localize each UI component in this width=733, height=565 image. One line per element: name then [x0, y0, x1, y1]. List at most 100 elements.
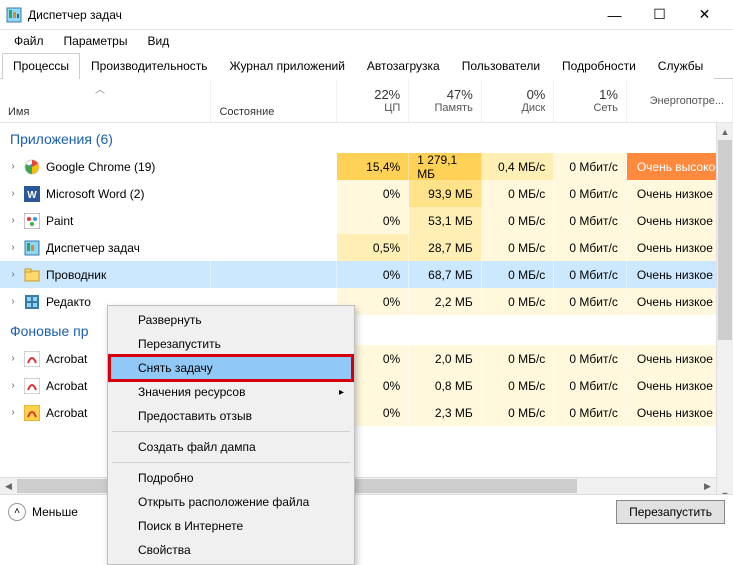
network-cell: 0 Мбит/с — [554, 261, 627, 288]
maximize-button[interactable]: ☐ — [637, 0, 682, 30]
network-cell: 0 Мбит/с — [554, 207, 627, 234]
window-title: Диспетчер задач — [28, 8, 592, 22]
expand-icon[interactable]: › — [8, 215, 18, 226]
svg-text:W: W — [27, 190, 37, 201]
process-row[interactable]: › Проводник 0% 68,7 МБ 0 МБ/с 0 Мбит/с О… — [0, 261, 733, 288]
fewer-details-button[interactable]: ˄ Меньше — [8, 503, 78, 521]
process-row[interactable]: › W Microsoft Word (2) 0% 93,9 МБ 0 МБ/с… — [0, 180, 733, 207]
close-button[interactable]: ✕ — [682, 0, 727, 30]
tab-bar: Процессы Производительность Журнал прило… — [0, 52, 733, 79]
expand-icon[interactable]: › — [8, 269, 18, 280]
tab-processes[interactable]: Процессы — [2, 53, 80, 79]
disk-cell: 0 МБ/с — [482, 399, 555, 426]
memory-cell: 28,7 МБ — [409, 234, 482, 261]
menu-separator — [112, 462, 350, 463]
network-cell: 0 Мбит/с — [554, 399, 627, 426]
minimize-button[interactable]: — — [592, 0, 637, 30]
network-cell: 0 Мбит/с — [554, 345, 627, 372]
cpu-cell: 0% — [337, 207, 410, 234]
header-cpu[interactable]: 22% ЦП — [337, 79, 410, 122]
menubar: Файл Параметры Вид — [0, 30, 733, 52]
menu-separator — [112, 431, 350, 432]
process-name: Редакто — [46, 295, 91, 309]
cpu-cell: 0% — [337, 180, 410, 207]
network-cell: 0 Мбит/с — [554, 372, 627, 399]
disk-cell: 0 МБ/с — [482, 288, 555, 315]
scroll-up-icon[interactable]: ▲ — [717, 123, 733, 140]
scroll-right-icon[interactable]: ▶ — [699, 478, 716, 494]
menu-file[interactable]: Файл — [6, 32, 52, 50]
header-name[interactable]: ︿ Имя — [0, 79, 211, 122]
context-menu: РазвернутьПерезапуститьСнять задачуЗначе… — [107, 305, 355, 565]
tab-performance[interactable]: Производительность — [80, 53, 218, 79]
chevron-up-icon: ˄ — [8, 503, 26, 521]
process-name: Проводник — [46, 268, 106, 282]
process-name: Paint — [46, 214, 73, 228]
process-icon — [24, 294, 40, 310]
restart-button[interactable]: Перезапустить — [616, 500, 725, 524]
cpu-cell: 0,5% — [337, 234, 410, 261]
process-icon — [24, 405, 40, 421]
cpu-cell: 15,4% — [337, 153, 410, 180]
memory-cell: 2,0 МБ — [409, 345, 482, 372]
expand-icon[interactable]: › — [8, 296, 18, 307]
header-disk[interactable]: 0% Диск — [482, 79, 555, 122]
process-icon — [24, 351, 40, 367]
context-menu-item[interactable]: Создать файл дампа — [110, 435, 352, 459]
context-menu-item[interactable]: Развернуть — [110, 308, 352, 332]
expand-icon[interactable]: › — [8, 188, 18, 199]
expand-icon[interactable]: › — [8, 380, 18, 391]
process-name: Acrobat — [46, 352, 87, 366]
network-cell: 0 Мбит/с — [554, 153, 627, 180]
memory-cell: 2,2 МБ — [409, 288, 482, 315]
process-row[interactable]: › Paint 0% 53,1 МБ 0 МБ/с 0 Мбит/с Очень… — [0, 207, 733, 234]
tab-app-history[interactable]: Журнал приложений — [219, 53, 356, 79]
header-memory[interactable]: 47% Память — [409, 79, 482, 122]
header-network[interactable]: 1% Сеть — [554, 79, 627, 122]
section-apps[interactable]: Приложения (6) — [0, 123, 733, 153]
process-icon — [24, 159, 40, 175]
context-menu-item[interactable]: Предоставить отзыв — [110, 404, 352, 428]
menu-options[interactable]: Параметры — [56, 32, 136, 50]
process-name: Диспетчер задач — [46, 241, 140, 255]
context-menu-item[interactable]: Значения ресурсов▸ — [110, 380, 352, 404]
process-name: Acrobat — [46, 379, 87, 393]
process-name: Microsoft Word (2) — [46, 187, 144, 201]
memory-cell: 1 279,1 МБ — [409, 153, 482, 180]
scroll-left-icon[interactable]: ◀ — [0, 478, 17, 494]
context-menu-item[interactable]: Открыть расположение файла — [110, 490, 352, 514]
disk-cell: 0 МБ/с — [482, 234, 555, 261]
tab-details[interactable]: Подробности — [551, 53, 647, 79]
column-headers: ︿ Имя Состояние 22% ЦП 47% Память 0% Дис… — [0, 79, 733, 123]
context-menu-item[interactable]: Поиск в Интернете — [110, 514, 352, 538]
expand-icon[interactable]: › — [8, 407, 18, 418]
memory-cell: 93,9 МБ — [409, 180, 482, 207]
context-menu-item[interactable]: Перезапустить — [110, 332, 352, 356]
process-name: Google Chrome (19) — [46, 160, 155, 174]
titlebar: Диспетчер задач — ☐ ✕ — [0, 0, 733, 30]
process-row[interactable]: › Google Chrome (19) 15,4% 1 279,1 МБ 0,… — [0, 153, 733, 180]
process-icon — [24, 213, 40, 229]
tab-services[interactable]: Службы — [647, 53, 714, 79]
disk-cell: 0 МБ/с — [482, 345, 555, 372]
expand-icon[interactable]: › — [8, 161, 18, 172]
header-energy[interactable]: Энергопотре... — [627, 79, 733, 122]
expand-icon[interactable]: › — [8, 353, 18, 364]
submenu-arrow-icon: ▸ — [339, 387, 344, 398]
context-menu-item[interactable]: Снять задачу — [110, 356, 352, 380]
context-menu-item[interactable]: Подробно — [110, 466, 352, 490]
menu-view[interactable]: Вид — [139, 32, 177, 50]
disk-cell: 0 МБ/с — [482, 180, 555, 207]
vertical-scrollbar[interactable]: ▲ ▼ — [716, 123, 733, 503]
process-row[interactable]: › Диспетчер задач 0,5% 28,7 МБ 0 МБ/с 0 … — [0, 234, 733, 261]
expand-icon[interactable]: › — [8, 242, 18, 253]
taskmgr-icon — [6, 7, 22, 23]
tab-users[interactable]: Пользователи — [451, 53, 551, 79]
disk-cell: 0,4 МБ/с — [482, 153, 555, 180]
process-icon — [24, 267, 40, 283]
sort-indicator-icon: ︿ — [95, 81, 105, 96]
header-state[interactable]: Состояние — [211, 79, 336, 122]
context-menu-item[interactable]: Свойства — [110, 538, 352, 562]
scroll-thumb[interactable] — [718, 140, 732, 340]
tab-startup[interactable]: Автозагрузка — [356, 53, 451, 79]
